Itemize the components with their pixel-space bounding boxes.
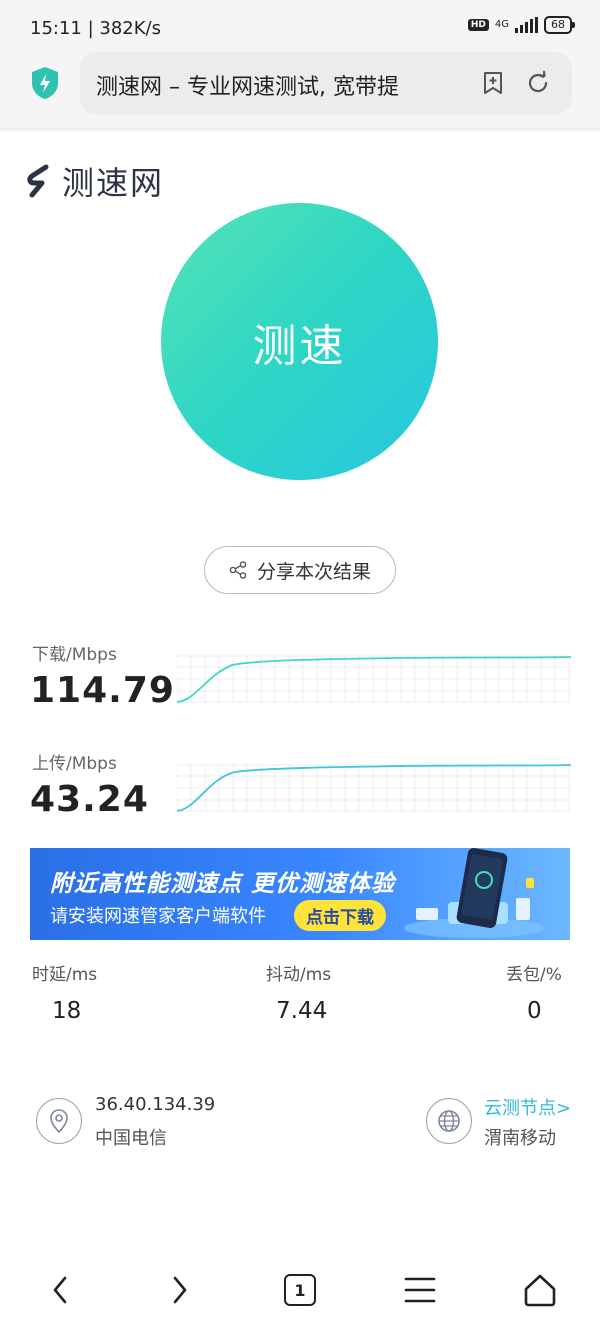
download-app-banner[interactable]: 附近高性能测速点 更优测速体验 请安装网速管家客户端软件 点击下载	[30, 848, 570, 940]
cloud-node-link[interactable]: 云测节点>	[484, 1094, 571, 1120]
home-icon[interactable]	[520, 1270, 560, 1310]
browser-toolbar: 测速网 – 专业网速测试, 宽带提	[0, 52, 600, 128]
location-pin-icon	[36, 1098, 82, 1144]
latency-value: 18	[52, 998, 82, 1024]
packet-loss-label: 丢包/%	[506, 965, 562, 985]
upload-graph	[177, 764, 571, 812]
share-result-button[interactable]: 分享本次结果	[204, 546, 396, 594]
client-isp: 中国电信	[95, 1128, 167, 1149]
logo-text: 测速网	[62, 164, 165, 202]
site-logo[interactable]: 测速网	[24, 158, 164, 204]
globe-icon[interactable]	[426, 1098, 472, 1144]
status-time-speed: 15:11 | 382K/s	[30, 18, 161, 39]
network-type: 4G	[494, 19, 509, 30]
download-graph	[177, 655, 571, 703]
phone-illustration-icon	[404, 848, 544, 938]
back-icon[interactable]	[40, 1270, 80, 1310]
logo-icon	[27, 164, 49, 198]
banner-subtitle: 请安装网速管家客户端软件	[50, 906, 266, 927]
browser-bottom-nav: 1	[0, 1250, 600, 1333]
download-value: 114.79	[30, 670, 175, 711]
upload-label: 上传/Mbps	[32, 754, 117, 774]
speedtest-label: 测速	[252, 320, 347, 372]
hd-badge: HD	[467, 19, 489, 31]
status-indicators: HD 4G 68	[467, 16, 575, 34]
refresh-icon[interactable]	[525, 70, 551, 96]
address-bar[interactable]: 测速网 – 专业网速测试, 宽带提	[80, 52, 572, 114]
tabs-icon[interactable]: 1	[280, 1270, 320, 1310]
shield-lightning-icon[interactable]	[30, 66, 60, 100]
signal-icon	[515, 17, 538, 33]
banner-title: 附近高性能测速点 更优测速体验	[50, 871, 396, 897]
share-label: 分享本次结果	[256, 560, 371, 583]
toolbar-divider	[0, 128, 600, 132]
status-bar: 15:11 | 382K/s HD 4G 68	[0, 0, 600, 52]
url-title[interactable]: 测速网 – 专业网速测试, 宽带提	[96, 69, 446, 101]
banner-download-button[interactable]: 点击下载	[294, 900, 386, 931]
share-icon	[229, 561, 247, 579]
menu-icon[interactable]	[400, 1270, 440, 1310]
download-label: 下载/Mbps	[32, 645, 117, 665]
forward-icon[interactable]	[160, 1270, 200, 1310]
packet-loss-value: 0	[527, 998, 542, 1024]
bookmark-add-icon[interactable]	[480, 70, 506, 96]
start-speedtest-button[interactable]: 测速	[161, 203, 438, 480]
client-ip: 36.40.134.39	[95, 1094, 216, 1115]
battery-icon: 68	[544, 16, 575, 34]
latency-label: 时延/ms	[32, 965, 98, 985]
jitter-label: 抖动/ms	[266, 965, 332, 985]
upload-value: 43.24	[30, 779, 149, 820]
node-name: 渭南移动	[484, 1128, 556, 1149]
jitter-value: 7.44	[276, 998, 328, 1024]
tab-count: 1	[284, 1274, 316, 1306]
